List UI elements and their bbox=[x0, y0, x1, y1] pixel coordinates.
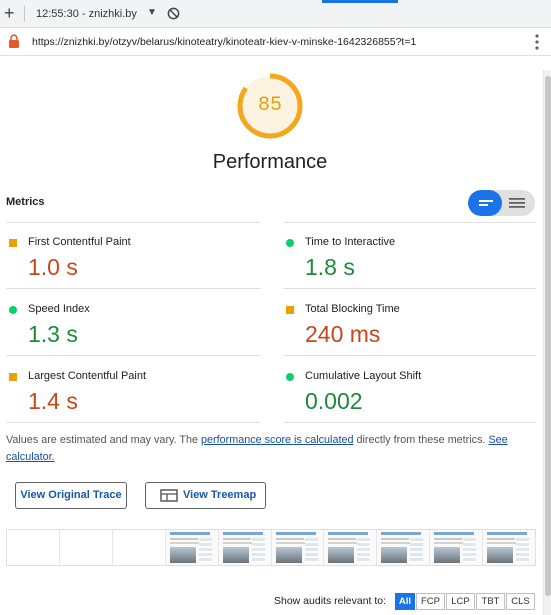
browser-tab-strip: + 12:55:30 - znizhki.by ▼ bbox=[0, 0, 551, 28]
metric-value: 1.4 s bbox=[28, 388, 78, 414]
metric-cumulative-layout-shift: Cumulative Layout Shift 0.002 bbox=[283, 368, 538, 434]
note-text: Values are estimated and may vary. The bbox=[6, 434, 202, 446]
active-tab-indicator bbox=[322, 0, 398, 3]
metric-time-to-interactive: Time to Interactive 1.8 s bbox=[283, 234, 538, 300]
pass-circle-icon bbox=[286, 373, 294, 381]
metric-total-blocking-time: Total Blocking Time 240 ms bbox=[283, 301, 538, 367]
metric-label: Total Blocking Time bbox=[305, 303, 400, 315]
filmstrip-frame bbox=[113, 530, 166, 565]
url-text[interactable]: https://znizhki.by/otzyv/belarus/kinotea… bbox=[32, 36, 416, 48]
metric-value: 240 ms bbox=[305, 321, 381, 347]
divider bbox=[6, 222, 261, 223]
chevron-down-icon[interactable]: ▼ bbox=[147, 7, 157, 18]
filmstrip-frame bbox=[271, 530, 325, 565]
treemap-button-label: View Treemap bbox=[183, 489, 257, 501]
score-calculated-link[interactable]: performance score is calculated bbox=[201, 434, 353, 446]
filmstrip-frame bbox=[377, 530, 431, 565]
block-icon[interactable] bbox=[167, 7, 180, 20]
average-square-icon bbox=[286, 306, 294, 314]
metric-label: Speed Index bbox=[28, 303, 90, 315]
view-original-trace-button[interactable]: View Original Trace bbox=[15, 482, 127, 509]
treemap-icon bbox=[160, 489, 178, 502]
filmstrip-frame bbox=[60, 530, 113, 565]
filmstrip-frame bbox=[324, 530, 378, 565]
metric-label: Largest Contentful Paint bbox=[28, 370, 147, 382]
metric-label: First Contentful Paint bbox=[28, 236, 131, 248]
filter-chip-cls[interactable]: CLS bbox=[506, 593, 535, 610]
metrics-view-toggle[interactable] bbox=[468, 190, 535, 216]
metric-value: 1.3 s bbox=[28, 321, 78, 347]
tab-title[interactable]: 12:55:30 - znizhki.by bbox=[36, 8, 137, 20]
audit-filter-label: Show audits relevant to: bbox=[274, 595, 387, 607]
filmstrip bbox=[6, 529, 536, 566]
tab-separator bbox=[24, 6, 25, 22]
note-text: directly from these metrics. bbox=[353, 434, 489, 446]
lock-icon bbox=[9, 34, 19, 48]
metrics-disclaimer: Values are estimated and may vary. The p… bbox=[6, 432, 521, 466]
scrollbar[interactable] bbox=[543, 70, 551, 615]
address-bar[interactable]: https://znizhki.by/otzyv/belarus/kinotea… bbox=[0, 28, 551, 56]
metrics-heading: Metrics bbox=[6, 196, 45, 208]
metric-value: 1.0 s bbox=[28, 254, 78, 280]
metric-label: Cumulative Layout Shift bbox=[305, 370, 422, 382]
filmstrip-frame bbox=[165, 530, 219, 565]
filter-chip-lcp[interactable]: LCP bbox=[446, 593, 475, 610]
average-square-icon bbox=[9, 239, 17, 247]
scrollbar-thumb[interactable] bbox=[545, 76, 551, 596]
metric-largest-contentful-paint: Largest Contentful Paint 1.4 s bbox=[6, 368, 261, 434]
metric-value: 1.8 s bbox=[305, 254, 355, 280]
divider bbox=[283, 222, 536, 223]
filmstrip-frame bbox=[430, 530, 484, 565]
pass-circle-icon bbox=[9, 306, 17, 314]
average-square-icon bbox=[9, 373, 17, 381]
expanded-list-icon[interactable] bbox=[509, 198, 525, 208]
metric-first-contentful-paint: First Contentful Paint 1.0 s bbox=[6, 234, 261, 300]
view-treemap-button[interactable]: View Treemap bbox=[145, 482, 266, 509]
filmstrip-frame bbox=[218, 530, 272, 565]
filter-chip-tbt[interactable]: TBT bbox=[476, 593, 505, 610]
metric-speed-index: Speed Index 1.3 s bbox=[6, 301, 261, 367]
pass-circle-icon bbox=[286, 239, 294, 247]
performance-title: Performance bbox=[212, 151, 328, 173]
performance-score: 85 bbox=[257, 94, 282, 117]
filter-chip-fcp[interactable]: FCP bbox=[416, 593, 445, 610]
more-vert-icon[interactable] bbox=[534, 33, 540, 51]
plus-icon[interactable]: + bbox=[4, 3, 15, 23]
compact-list-icon bbox=[479, 200, 493, 206]
metric-value: 0.002 bbox=[305, 388, 363, 414]
filmstrip-frame bbox=[7, 530, 60, 565]
metric-label: Time to Interactive bbox=[305, 236, 396, 248]
filter-chip-all[interactable]: All bbox=[395, 593, 415, 610]
filmstrip-frame bbox=[483, 530, 536, 565]
